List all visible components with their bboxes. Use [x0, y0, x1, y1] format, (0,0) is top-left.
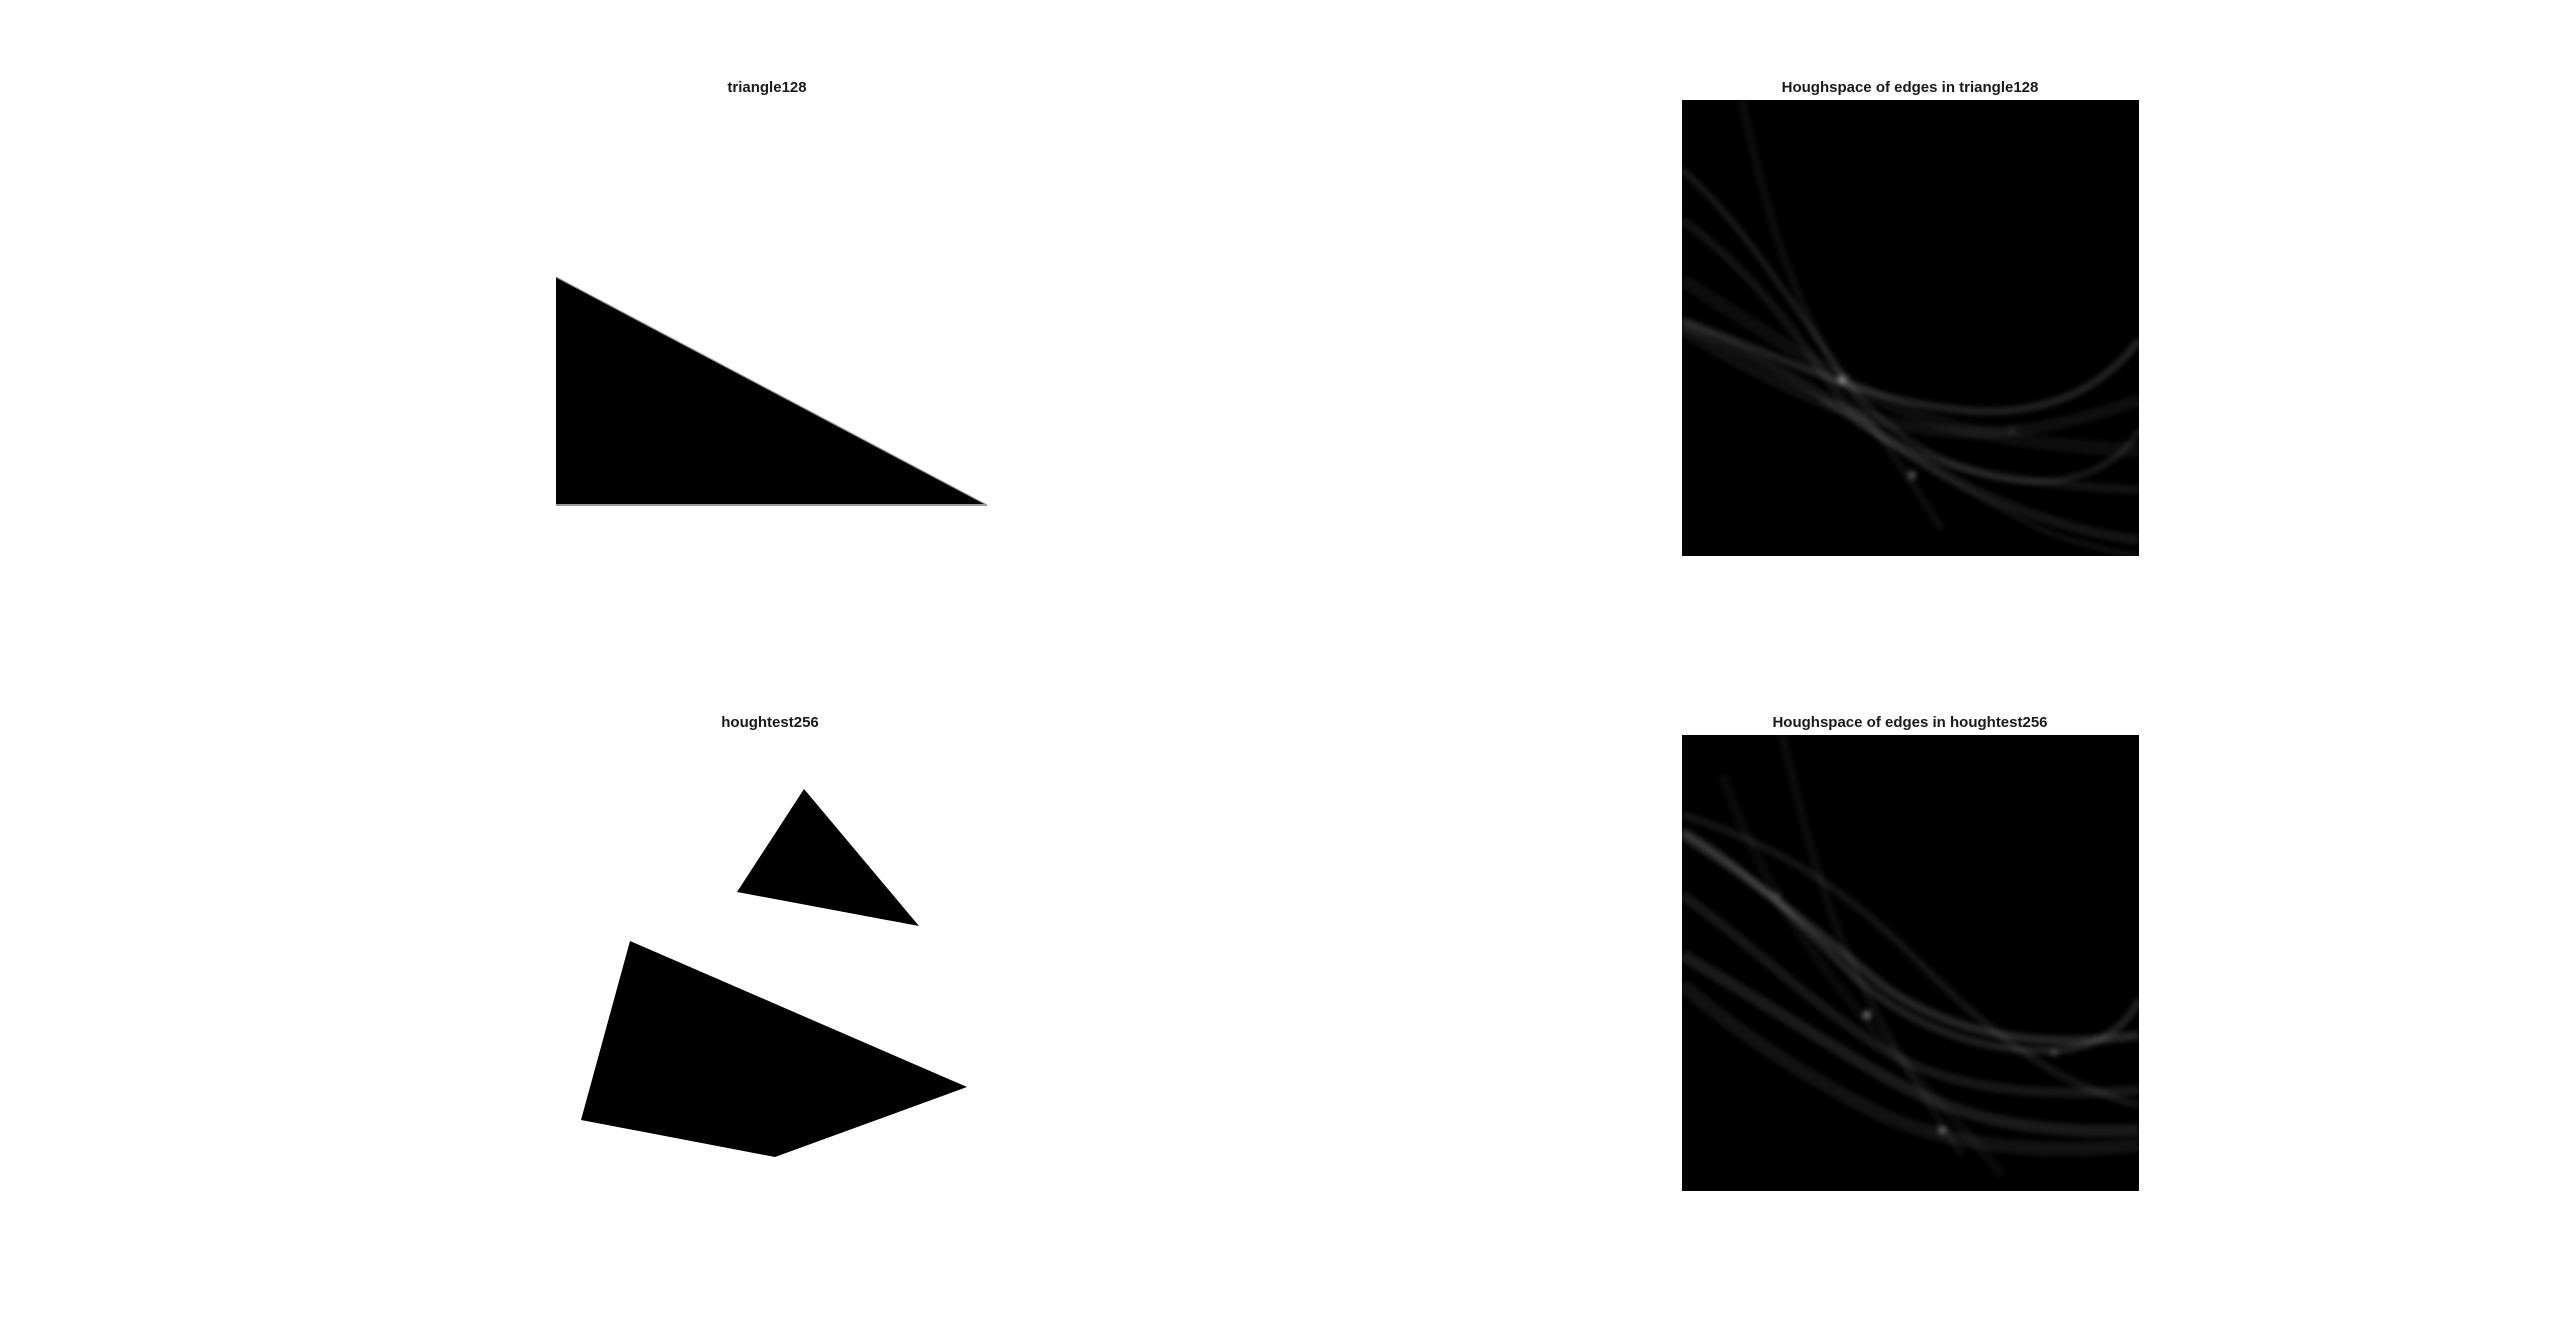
triangle128-image [555, 100, 987, 556]
panel-title-houghtest256: houghtest256 [721, 714, 819, 731]
panel-title-triangle128: triangle128 [727, 79, 807, 96]
hough-panel-triangle128 [1682, 100, 2139, 556]
panel-title-hough-triangle128: Houghspace of edges in triangle128 [1781, 79, 2039, 96]
hough-panel-houghtest256 [1682, 735, 2139, 1191]
figure-window: triangle128 Houghspace of edges in trian… [0, 0, 2560, 1323]
image-panel-triangle128 [555, 100, 987, 556]
hough-triangle128-image [1682, 100, 2139, 556]
hough-houghtest256-image [1682, 735, 2139, 1191]
panel-title-hough-houghtest256: Houghspace of edges in houghtest256 [1772, 714, 2048, 731]
houghtest256-image [555, 735, 987, 1191]
image-panel-houghtest256 [555, 735, 987, 1191]
